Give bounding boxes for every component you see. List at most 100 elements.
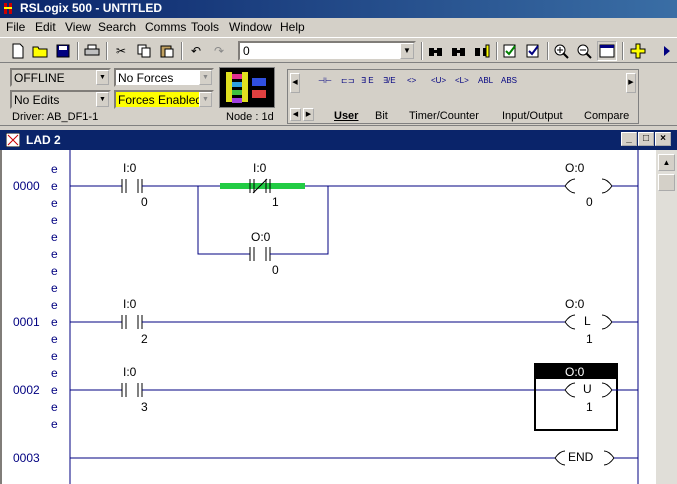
xic-bit[interactable]: 2 [141, 332, 148, 346]
rung-number[interactable]: 0002 [13, 383, 40, 397]
undo-icon[interactable]: ↶ [186, 41, 206, 61]
cut-icon[interactable]: ✂ [111, 41, 131, 61]
menu-comms[interactable]: Comms [145, 20, 186, 34]
open-folder-icon[interactable] [30, 41, 50, 61]
xic-bit[interactable]: 0 [141, 195, 148, 209]
edits-dropdown[interactable]: No Edits ▼ [10, 90, 111, 109]
menu-window[interactable]: Window [229, 20, 272, 34]
end-label: END [568, 450, 594, 464]
save-icon[interactable] [53, 41, 73, 61]
branch-instruction-icon[interactable]: ⊏⊐ [341, 76, 354, 85]
tab-compare[interactable]: Compare [584, 110, 629, 122]
ote-address[interactable]: O:0 [565, 161, 584, 175]
forces-enabled-dropdown[interactable]: Forces Enabled ▼ [114, 90, 214, 109]
rung-number[interactable]: 0000 [13, 179, 40, 193]
chevron-down-icon[interactable]: ▼ [199, 92, 212, 107]
branch-contact [249, 247, 271, 261]
menu-edit[interactable]: Edit [35, 20, 56, 34]
address-combo[interactable]: 0 ▼ [238, 41, 416, 61]
edit-marker: e [51, 366, 58, 380]
copy-icon[interactable] [134, 41, 154, 61]
tab-scroll-right-icon[interactable]: ▶ [303, 108, 314, 121]
xio-bit[interactable]: 1 [272, 195, 279, 209]
xio-palette-icon[interactable]: ∃/E [383, 76, 396, 85]
app-title-bar: RSLogix 500 - UNTITLED [0, 0, 677, 18]
toolbar-more-icon[interactable] [657, 41, 677, 61]
xic-instruction-icon[interactable]: ⊣⊢ [318, 76, 332, 85]
menu-file[interactable]: File [6, 20, 25, 34]
toolbar: ✂ ↶ ↷ 0 ▼ [0, 37, 677, 63]
rung-number[interactable]: 0003 [13, 451, 40, 465]
toolbar-separator [77, 42, 79, 60]
menu-search[interactable]: Search [98, 20, 136, 34]
branch-xic-address[interactable]: O:0 [251, 230, 270, 244]
xic-address[interactable]: I:0 [123, 365, 136, 379]
otu-palette-icon[interactable]: <U> [431, 76, 446, 85]
xic-address[interactable]: I:0 [123, 297, 136, 311]
branch-xic-bit[interactable]: 0 [272, 263, 279, 277]
tab-timer-counter[interactable]: Timer/Counter [409, 110, 479, 122]
scroll-up-icon[interactable]: ▲ [658, 154, 675, 171]
zoom-in-icon[interactable] [551, 41, 571, 61]
abs-palette-icon[interactable]: ABS [501, 76, 517, 85]
xio-address[interactable]: I:0 [253, 161, 266, 175]
rslogix-app-icon [4, 3, 12, 14]
new-file-icon[interactable] [8, 41, 28, 61]
tab-scroll-left-icon[interactable]: ◀ [290, 108, 301, 121]
find-replace-icon[interactable] [472, 41, 492, 61]
toolbar-separator [547, 42, 549, 60]
palette-scroll-left-icon[interactable]: ◀ [290, 73, 300, 93]
paste-icon[interactable] [157, 41, 177, 61]
zoom-out-icon[interactable] [574, 41, 594, 61]
combo-value: 0 [243, 44, 250, 58]
tab-input-output[interactable]: Input/Output [502, 110, 563, 122]
redo-icon[interactable]: ↷ [209, 41, 229, 61]
vertical-scrollbar[interactable]: ▲ [656, 150, 677, 484]
find-next-icon[interactable] [449, 41, 469, 61]
ote-bit[interactable]: 0 [586, 195, 593, 209]
chevron-down-icon[interactable]: ▼ [96, 92, 109, 107]
menu-help[interactable]: Help [280, 20, 305, 34]
scroll-thumb[interactable] [658, 174, 675, 191]
ladder-editor[interactable]: e e e e e e e e e e e e e e e e 0000 000… [0, 150, 656, 484]
print-icon[interactable] [82, 41, 102, 61]
toolbar-separator [496, 42, 498, 60]
tab-bit[interactable]: Bit [375, 110, 388, 122]
minimize-icon[interactable]: _ [621, 132, 637, 146]
abl-palette-icon[interactable]: ABL [478, 76, 493, 85]
verify-file-icon[interactable] [500, 41, 520, 61]
ladder-diagram [69, 150, 639, 484]
menu-tools[interactable]: Tools [191, 20, 219, 34]
otl-palette-icon[interactable]: <L> [455, 76, 469, 85]
find-icon[interactable] [426, 41, 446, 61]
close-icon[interactable]: × [655, 132, 671, 146]
chevron-down-icon[interactable]: ▼ [400, 43, 414, 59]
xic-address[interactable]: I:0 [123, 161, 136, 175]
xic-contact [121, 315, 143, 329]
maximize-icon[interactable]: □ [638, 132, 654, 146]
mode-dropdown[interactable]: OFFLINE ▼ [10, 68, 111, 87]
ote-palette-icon[interactable]: <> [407, 76, 416, 85]
chevron-down-icon[interactable]: ▼ [96, 70, 109, 85]
rung-number[interactable]: 0001 [13, 315, 40, 329]
xic-bit[interactable]: 3 [141, 400, 148, 414]
window-view-icon[interactable] [597, 41, 617, 61]
palette-scroll-right-icon[interactable]: ▶ [626, 73, 636, 93]
menu-view[interactable]: View [65, 20, 91, 34]
otl-bit[interactable]: 1 [586, 332, 593, 346]
xic-palette-icon[interactable]: ∃ E [361, 76, 374, 85]
toolbar-separator [181, 42, 183, 60]
edit-marker: e [51, 400, 58, 414]
node-label: Node : 1d [226, 111, 274, 123]
tab-user[interactable]: User [334, 110, 358, 122]
otu-bit[interactable]: 1 [586, 400, 593, 414]
add-plus-icon[interactable] [628, 41, 648, 61]
chevron-down-icon[interactable]: ▼ [199, 70, 212, 85]
otu-address[interactable]: O:0 [565, 365, 584, 379]
edit-marker: e [51, 383, 58, 397]
edit-marker: e [51, 315, 58, 329]
otl-address[interactable]: O:0 [565, 297, 584, 311]
verify-project-icon[interactable] [523, 41, 543, 61]
forces-dropdown[interactable]: No Forces ▼ [114, 68, 214, 87]
forces-enabled-value: Forces Enabled [118, 93, 203, 107]
